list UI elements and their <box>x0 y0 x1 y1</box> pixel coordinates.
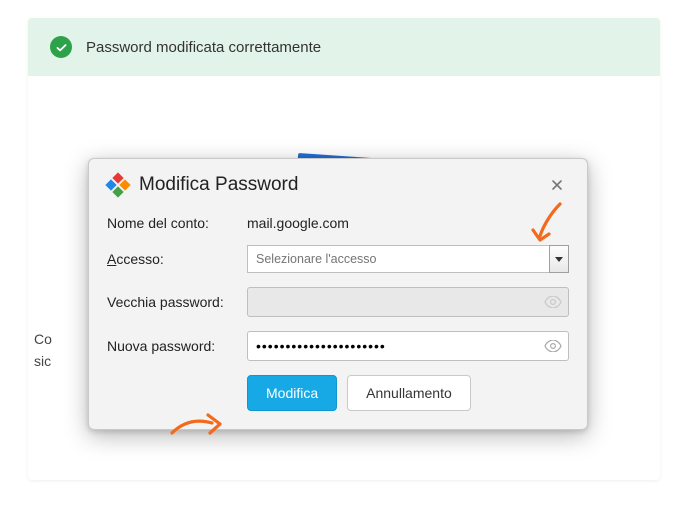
account-label: Nome del conto: <box>107 215 247 231</box>
check-circle-icon <box>50 36 72 58</box>
modify-password-dialog: Modifica Password Nome del conto: mail.g… <box>88 158 588 430</box>
row-access: Accesso: <box>107 245 569 273</box>
success-message: Password modificata correttamente <box>86 39 321 56</box>
row-new-password: Nuova password: <box>107 331 569 361</box>
eye-icon <box>544 296 562 308</box>
eye-icon[interactable] <box>544 340 562 352</box>
cancel-button[interactable]: Annullamento <box>347 375 471 411</box>
dialog-header: Modifica Password <box>107 173 569 197</box>
new-password-label: Nuova password: <box>107 338 247 354</box>
app-logo-icon <box>107 174 129 196</box>
cut-line-2: sic <box>34 350 52 372</box>
submit-button[interactable]: Modifica <box>247 375 337 411</box>
truncated-text: Co sic <box>28 328 52 373</box>
dialog-title: Modifica Password <box>139 174 535 196</box>
row-old-password: Vecchia password: <box>107 287 569 317</box>
combo-dropdown-button[interactable] <box>549 245 569 273</box>
dialog-footer: Modifica Annullamento <box>107 375 569 411</box>
close-button[interactable] <box>545 173 569 197</box>
success-banner: Password modificata correttamente <box>28 18 660 76</box>
row-account: Nome del conto: mail.google.com <box>107 215 569 231</box>
cut-line-1: Co <box>34 328 52 350</box>
access-label: Accesso: <box>107 251 247 267</box>
old-password-input <box>247 287 569 317</box>
account-value: mail.google.com <box>247 215 349 231</box>
old-password-label: Vecchia password: <box>107 294 247 310</box>
access-combobox[interactable] <box>247 245 569 273</box>
new-password-input[interactable] <box>247 331 569 361</box>
access-input[interactable] <box>247 245 549 273</box>
